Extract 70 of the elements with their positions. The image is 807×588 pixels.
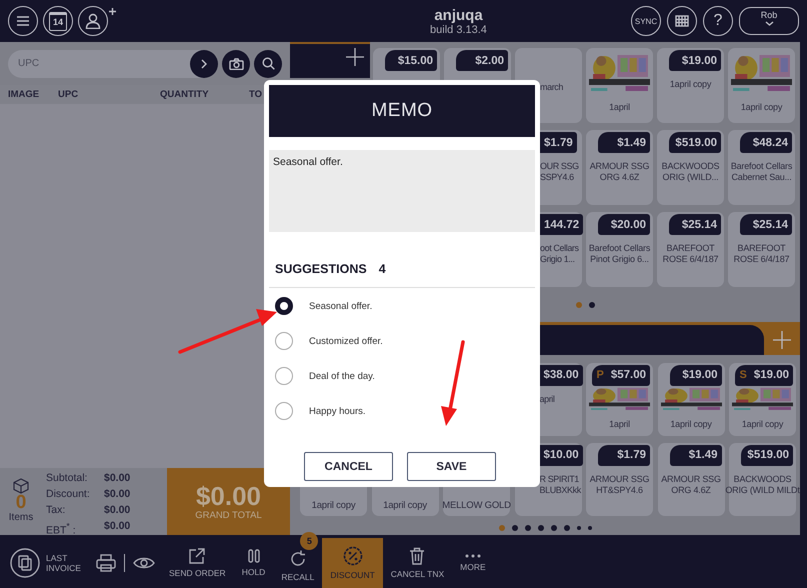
product-name: BAREFOOT ROSE 6/4/187 [734,243,790,265]
product-name: MELLOW GOLD [442,500,511,511]
price-text: $1.79 [544,136,573,148]
price-text: $25.14 [752,218,788,230]
summary-label: Discount: [46,487,91,501]
product-name: 1april copy [383,500,427,511]
product-name: 1april copy [670,418,712,430]
item-count: 0 [16,494,26,512]
column-header: UPC [58,89,80,100]
dialog-title: MEMO [269,85,535,137]
product-name: BAREFOOT ROSE 6/4/187 [662,243,718,265]
product-name: 1april copy [312,500,356,511]
suggestion-label: Seasonal offer. [309,300,372,312]
suggestion-label: Deal of the day. [309,370,375,382]
price-text: $57.00 [610,369,646,382]
product-name: ARMOUR SSG ORG 4.6Z [590,161,650,183]
product-name: Barefoot Cellars Pinot Grigio 6... [588,243,650,265]
suggestions-count: 4 [378,262,386,276]
grand-total-amount: $0.00 [196,482,262,510]
column-header: QUANTITY [160,89,210,100]
summary-value: $0.00 [104,487,132,501]
price-text: $38.00 [544,369,579,382]
price-text: $48.24 [752,136,788,148]
suggestion-label: Happy hours. [309,406,366,416]
suggestion-label: Customized offer. [309,336,383,346]
product-name: oot Cellars Grigio 1... [540,243,579,265]
product-name: 1april copy [670,79,712,90]
price-text: $1.49 [688,449,718,462]
items-label: Items [8,512,34,523]
price-text: $25.14 [682,218,717,230]
product-name: april [540,394,555,405]
price-text: $19.00 [754,369,789,382]
count-badge: 5 [300,532,318,550]
product-name: ARMOUR SSG ORG 4.6Z [661,474,721,496]
price-text: $2.00 [475,54,504,66]
build-version: build 3.13.4 [430,24,487,36]
grand-total-label: GRAND TOTAL [195,510,262,521]
summary-label: Tax: [46,503,66,517]
product-name: Barefoot Cellars Cabernet Sau... [730,161,792,183]
summary-value: $0.00 [104,503,132,517]
price-text: $1.49 [617,136,646,148]
flag-letter: S [739,369,747,382]
product-name: 1april [609,102,630,113]
price-text: $20.00 [610,218,646,230]
suggestions-heading: SUGGESTIONS [275,262,367,276]
product-name: BACKWOODS ORIG (WILD... [662,161,720,183]
price-text: $10.00 [544,449,579,462]
price-text: $1.79 [617,449,646,462]
price-text: $519.00 [747,449,789,462]
product-name: march [540,82,564,93]
app-name: anjuqa [434,6,483,24]
price-text: $519.00 [675,136,717,148]
price-text: $15.00 [398,54,433,66]
calendar-day: 14 [49,12,67,30]
product-name: ARMOUR SSG HT&SPY4.6 [590,474,650,496]
price-text: 144.72 [544,218,580,230]
product-name: 1april [609,418,630,430]
price-text: $19.00 [682,54,717,66]
product-name: 1april copy [740,102,782,113]
product-name: OUR SSG SSPY4.6 [540,161,579,183]
product-name: 1april copy [742,418,784,430]
summary-label: Subtotal: [46,471,88,485]
column-header: TO [249,89,264,100]
product-name: R SPIRIT1 BLUBXKkk [540,474,581,496]
summary-value: $0.00 [104,471,132,485]
column-header: IMAGE [8,89,40,100]
summary-value: $0.00 [104,519,132,534]
flag-letter: P [596,369,604,382]
price-text: $19.00 [682,369,718,382]
summary-label: EBT$^{*}$ : [46,520,77,538]
